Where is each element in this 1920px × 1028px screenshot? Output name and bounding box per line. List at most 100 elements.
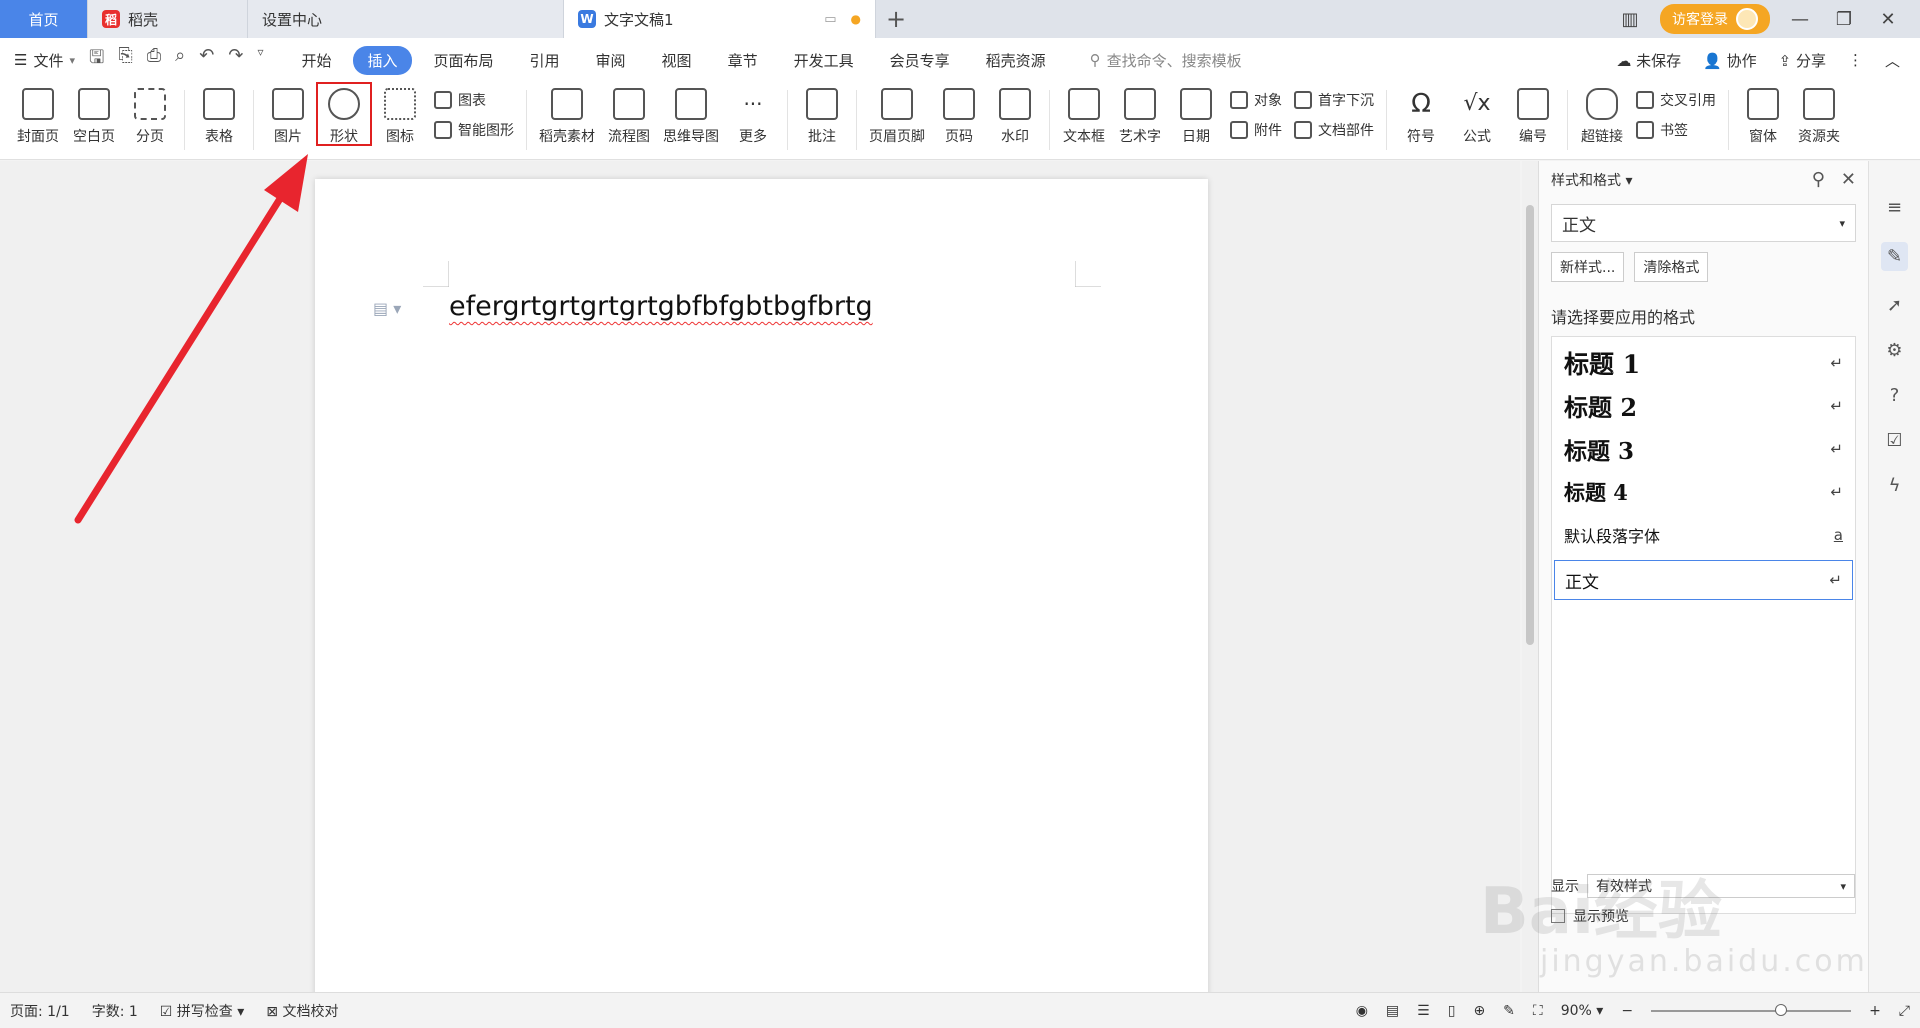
style-body[interactable]: 正文 ↵ [1554,560,1853,600]
current-style-select[interactable]: 正文 ▾ [1551,204,1856,242]
hyperlink-button[interactable]: 超链接 [1574,82,1630,146]
close-icon[interactable]: ✕ [1874,9,1902,30]
style-heading-2[interactable]: 标题 2 ↵ [1554,384,1853,427]
adjust-sliders-icon[interactable]: ⚙ [1886,340,1902,361]
eye-protection-icon[interactable]: ◉ [1356,1003,1368,1019]
collapse-ribbon-icon[interactable]: ︿ [1885,50,1900,71]
panel-close-icon[interactable]: ✕ [1841,169,1856,190]
restore-icon[interactable]: ❐ [1830,9,1858,30]
page-number-button[interactable]: 页码 [931,82,987,146]
page-indicator[interactable]: 页面: 1/1 [10,1001,70,1021]
command-search[interactable]: ⚲ 查找命令、搜索模板 [1090,50,1242,71]
tab-start[interactable]: 开始 [287,46,345,75]
visitor-login-button[interactable]: 访客登录 [1660,4,1770,34]
text-box-button[interactable]: 文本框 [1056,82,1112,146]
word-count[interactable]: 字数: 1 [92,1001,138,1021]
tab-daoke-resources[interactable]: 稻壳资源 [972,46,1060,75]
tab-document[interactable]: W 文字文稿1 ▭ ● [564,0,876,38]
bookmark-button[interactable]: 书签 [1636,120,1716,140]
writing-mode-icon[interactable]: ✎ [1503,1003,1515,1019]
styles-panel-title[interactable]: 样式和格式 ▾ [1551,170,1632,190]
layout-icon[interactable]: ▥ [1616,9,1644,30]
cover-page-button[interactable]: 封面页 [10,82,66,146]
page-break-button[interactable]: 分页 [122,82,178,146]
minimize-icon[interactable]: — [1786,9,1814,30]
drop-cap-button[interactable]: 首字下沉 [1294,90,1374,110]
tab-chapter[interactable]: 章节 [714,46,772,75]
window-form-button[interactable]: 窗体 [1735,82,1791,146]
redo-icon[interactable]: ↷ [228,45,243,75]
more-icon[interactable]: ⋮ [1848,51,1863,69]
menu-lines-icon[interactable]: ≡ [1887,197,1902,218]
table-button[interactable]: 表格 [191,82,247,146]
select-pointer-icon[interactable]: ➚ [1887,295,1902,316]
paragraph-handle-icon[interactable]: ▤ ▾ [373,299,401,318]
share-button[interactable]: ⇪ 分享 [1779,50,1826,71]
undo-icon[interactable]: ↶ [199,45,214,75]
document-page[interactable]: ▤ ▾ efergrtgrtgrtgrtgbfbfgbtbgfbrtg [315,179,1208,999]
zoom-out-button[interactable]: − [1621,1003,1633,1019]
word-art-button[interactable]: 艺术字 [1112,82,1168,146]
smart-shape-button[interactable]: 智能图形 [434,120,514,140]
doc-parts-button[interactable]: 文档部件 [1294,120,1374,140]
blank-page-button[interactable]: 空白页 [66,82,122,146]
shape-button[interactable]: 形状 [316,82,372,146]
help-icon[interactable]: ? [1890,385,1900,406]
tab-daoke[interactable]: 稻 稻壳 [88,0,248,38]
style-default-font[interactable]: 默认段落字体 a [1554,513,1853,556]
tab-view[interactable]: 视图 [648,46,706,75]
tab-insert[interactable]: 插入 [353,45,412,75]
tab-developer[interactable]: 开发工具 [780,46,868,75]
monitor-icon[interactable]: ▭ [824,12,836,27]
attachment-button[interactable]: 附件 [1230,120,1282,140]
flowchart-button[interactable]: 流程图 [601,82,657,146]
icon-button[interactable]: 图标 [372,82,428,146]
new-tab-button[interactable]: + [876,0,916,38]
object-button[interactable]: 对象 [1230,90,1282,110]
document-body-text[interactable]: efergrtgrtgrtgrtgbfbfgbtbgfbrtg [449,291,873,322]
fit-page-icon[interactable]: ⛶ [1533,1003,1543,1019]
lightning-icon[interactable]: ϟ [1889,475,1901,496]
doc-proof-button[interactable]: ⊠ 文档校对 [266,1001,338,1021]
zoom-slider[interactable] [1651,1003,1852,1016]
numbering-button[interactable]: 编号 [1505,82,1561,146]
symbol-button[interactable]: Ω 符号 [1393,82,1449,146]
chart-button[interactable]: 图表 [434,90,514,110]
fullscreen-icon[interactable]: ⤢ [1899,1003,1910,1019]
customize-icon[interactable]: ▿ [257,45,263,75]
tab-home[interactable]: 首页 [0,0,88,38]
cross-reference-button[interactable]: 交叉引用 [1636,90,1716,110]
web-view-icon[interactable]: ⊕ [1473,1003,1485,1019]
collaborate-button[interactable]: 👤 协作 [1703,50,1756,71]
more-button[interactable]: ··· 更多 [725,82,781,146]
date-button[interactable]: 日期 [1168,82,1224,146]
pin-icon[interactable]: ⚲ [1812,169,1825,190]
zoom-slider-knob[interactable] [1775,1003,1788,1016]
watermark-button[interactable]: 水印 [987,82,1043,146]
export-icon[interactable]: ⎘ [118,45,132,75]
pen-style-icon[interactable]: ✎ [1880,242,1909,271]
daoke-material-button[interactable]: 稻壳素材 [533,82,601,146]
new-style-button[interactable]: 新样式... [1551,252,1625,282]
mind-map-button[interactable]: 思维导图 [657,82,725,146]
header-footer-button[interactable]: 页眉页脚 [863,82,931,146]
tab-references[interactable]: 引用 [516,46,574,75]
reading-view-icon[interactable]: ▯ [1448,1003,1456,1019]
comment-button[interactable]: 批注 [794,82,850,146]
tab-review[interactable]: 审阅 [582,46,640,75]
clear-format-button[interactable]: 清除格式 [1634,252,1709,282]
print-icon[interactable]: ⎙ [147,45,161,75]
tab-settings[interactable]: 设置中心 [248,0,564,38]
save-icon[interactable]: 🖫 [89,45,104,75]
zoom-in-button[interactable]: + [1869,1003,1881,1019]
style-heading-4[interactable]: 标题 4 ↵ [1554,470,1853,513]
print-preview-icon[interactable]: ⌕ [175,45,185,75]
style-heading-3[interactable]: 标题 3 ↵ [1554,427,1853,470]
page-view-icon[interactable]: ▤ [1386,1003,1399,1019]
outline-view-icon[interactable]: ☰ [1417,1003,1430,1019]
zoom-level[interactable]: 90% ▾ [1561,1003,1604,1019]
tab-page-layout[interactable]: 页面布局 [420,46,508,75]
formula-button[interactable]: √x 公式 [1449,82,1505,146]
spell-check-button[interactable]: ☑ 拼写检查 ▾ [160,1001,245,1021]
tab-member[interactable]: 会员专享 [876,46,964,75]
